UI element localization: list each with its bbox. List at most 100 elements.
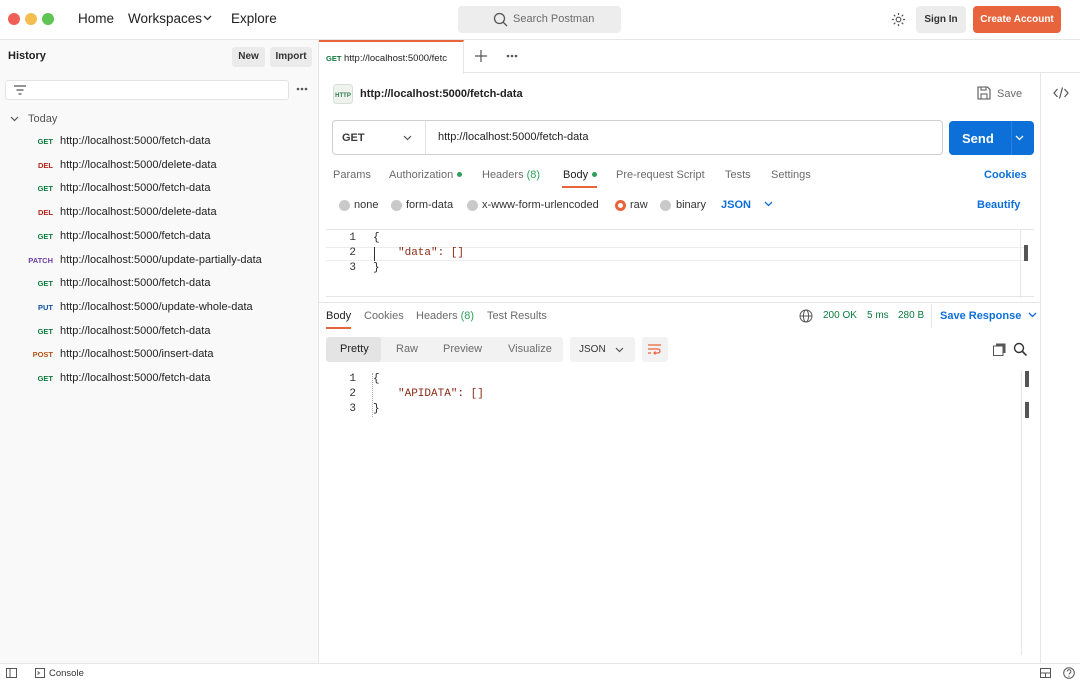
response-tab-body[interactable]: Body	[326, 310, 351, 322]
beautify-button[interactable]: Beautify	[977, 199, 1020, 211]
svg-text:HTTP: HTTP	[335, 93, 351, 99]
history-url: http://localhost:5000/insert-data	[60, 348, 214, 360]
create-account-button[interactable]: Create Account	[973, 6, 1061, 33]
wrap-lines-button[interactable]	[642, 337, 668, 362]
chevron-down-icon	[403, 135, 412, 141]
settings-gear-icon[interactable]	[891, 12, 906, 27]
radio-urlencoded-label: x-www-form-urlencoded	[482, 199, 599, 211]
method-badge: GET	[37, 327, 53, 336]
history-item[interactable]: GET http://localhost:5000/fetch-data	[0, 131, 318, 155]
copy-icon[interactable]	[993, 343, 1006, 356]
active-tab-underline	[562, 186, 597, 188]
method-badge: GET	[37, 232, 53, 241]
history-item[interactable]: GET http://localhost:5000/fetch-data	[0, 226, 318, 250]
response-headers-count: (8)	[460, 310, 475, 322]
response-size[interactable]: 280 B	[898, 310, 924, 321]
history-item[interactable]: DEL http://localhost:5000/delete-data	[0, 202, 318, 226]
chevron-down-icon	[1028, 312, 1037, 318]
response-language-select[interactable]: JSON	[570, 337, 635, 362]
send-label: Send	[962, 131, 994, 146]
response-tab-headers[interactable]: Headers (8)	[416, 310, 474, 322]
tab-body[interactable]: Body	[563, 169, 598, 181]
tab-title: http://localhost:5000/fetc	[344, 53, 447, 64]
response-divider[interactable]	[319, 302, 1040, 303]
tab-headers[interactable]: Headers (8)	[482, 169, 540, 181]
history-item[interactable]: POST http://localhost:5000/insert-data	[0, 344, 318, 368]
method-select[interactable]: GET	[333, 121, 426, 154]
send-options-chevron-icon[interactable]	[1015, 135, 1024, 141]
history-item[interactable]: GET http://localhost:5000/fetch-data	[0, 321, 318, 345]
radio-form-data[interactable]	[391, 200, 402, 211]
nav-workspaces-label: Workspaces	[128, 11, 203, 26]
search-box[interactable]: Search Postman	[458, 6, 621, 33]
request-name[interactable]: http://localhost:5000/fetch-data	[360, 88, 523, 100]
search-icon[interactable]	[1013, 342, 1027, 356]
response-body-viewer[interactable]: 1 { 2 "APIDATA": [] 3 }	[326, 370, 1034, 660]
new-button[interactable]: New	[232, 47, 265, 67]
response-time[interactable]: 5 ms	[867, 310, 889, 321]
response-tab-test-results[interactable]: Test Results	[487, 310, 547, 322]
body-language-select[interactable]: JSON	[721, 199, 773, 211]
tab-params[interactable]: Params	[333, 169, 371, 181]
collapse-chevron-icon[interactable]	[10, 116, 19, 122]
send-divider	[1011, 121, 1012, 155]
minimize-window-button[interactable]	[25, 13, 37, 25]
history-item[interactable]: PUT http://localhost:5000/update-whole-da…	[0, 297, 318, 321]
tab-tests[interactable]: Tests	[725, 169, 751, 181]
history-item[interactable]: DEL http://localhost:5000/delete-data	[0, 155, 318, 179]
toggle-sidebar-icon[interactable]	[6, 668, 17, 678]
history-item[interactable]: GET http://localhost:5000/fetch-data	[0, 368, 318, 392]
history-item[interactable]: PATCH http://localhost:5000/update-partia…	[0, 250, 318, 274]
send-button[interactable]: Send	[949, 121, 1034, 155]
request-tab[interactable]: GET http://localhost:5000/fetc	[319, 40, 464, 74]
save-response-button[interactable]: Save Response	[940, 310, 1037, 322]
close-window-button[interactable]	[8, 13, 20, 25]
import-button[interactable]: Import	[270, 47, 312, 67]
help-icon[interactable]	[1063, 667, 1075, 679]
url-input[interactable]: http://localhost:5000/fetch-data	[438, 131, 588, 143]
radio-raw[interactable]	[615, 200, 626, 211]
search-placeholder: Search Postman	[513, 13, 595, 25]
more-options-icon[interactable]	[296, 87, 308, 91]
method-badge: GET	[37, 184, 53, 193]
status-divider	[931, 304, 932, 328]
tab-authorization[interactable]: Authorization	[389, 169, 463, 181]
history-url: http://localhost:5000/delete-data	[60, 206, 217, 218]
response-tab-cookies[interactable]: Cookies	[364, 310, 404, 322]
history-url: http://localhost:5000/fetch-data	[60, 230, 211, 242]
format-pretty[interactable]: Pretty	[340, 343, 369, 355]
new-tab-plus-icon[interactable]	[475, 50, 487, 62]
format-visualize[interactable]: Visualize	[508, 343, 552, 355]
tab-options-icon[interactable]	[506, 54, 518, 58]
globe-icon[interactable]	[799, 309, 813, 323]
format-preview[interactable]: Preview	[443, 343, 482, 355]
tab-method-badge: GET	[326, 54, 342, 63]
radio-none[interactable]	[339, 200, 350, 211]
radio-none-label: none	[354, 199, 379, 211]
cookies-link[interactable]: Cookies	[984, 169, 1027, 181]
save-button[interactable]: Save	[997, 88, 1022, 100]
line-number: 1	[349, 373, 356, 385]
history-item[interactable]: GET http://localhost:5000/fetch-data	[0, 273, 318, 297]
sign-in-button[interactable]: Sign In	[916, 6, 966, 33]
maximize-window-button[interactable]	[42, 13, 54, 25]
history-item[interactable]: GET http://localhost:5000/fetch-data	[0, 178, 318, 202]
console-icon	[35, 668, 45, 678]
tab-settings[interactable]: Settings	[771, 169, 811, 181]
nav-workspaces[interactable]: Workspaces	[128, 11, 212, 26]
response-scrollbar[interactable]	[1025, 371, 1029, 387]
response-status[interactable]: 200 OK	[823, 310, 857, 321]
radio-urlencoded[interactable]	[467, 200, 478, 211]
nav-home[interactable]: Home	[78, 11, 114, 26]
format-raw[interactable]: Raw	[396, 343, 418, 355]
code-snippet-icon[interactable]	[1053, 87, 1069, 99]
console-button[interactable]: Console	[49, 668, 84, 679]
history-url: http://localhost:5000/delete-data	[60, 159, 217, 171]
history-filter-input[interactable]	[5, 80, 289, 100]
nav-explore[interactable]: Explore	[231, 11, 277, 26]
editor-scrollbar[interactable]	[1024, 245, 1028, 261]
tab-pre-request-script[interactable]: Pre-request Script	[616, 169, 705, 181]
layout-toggle-icon[interactable]	[1040, 668, 1051, 678]
radio-binary[interactable]	[660, 200, 671, 211]
request-body-editor[interactable]: 1 { 2 "data": [] 3 }	[326, 229, 1034, 298]
